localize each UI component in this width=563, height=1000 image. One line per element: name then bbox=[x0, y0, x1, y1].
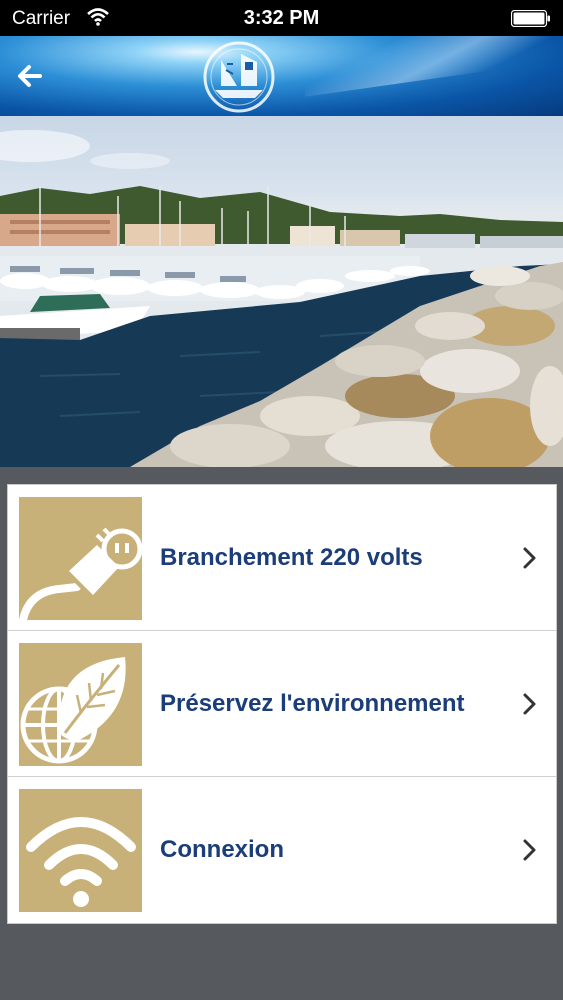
menu-item-label: Préservez l'environnement bbox=[160, 690, 465, 717]
harbor-logo bbox=[203, 41, 275, 113]
chevron-right-icon bbox=[523, 693, 536, 715]
wifi-icon bbox=[19, 789, 142, 912]
chevron-right-icon bbox=[523, 547, 536, 569]
status-bar: Carrier 3:32 PM bbox=[0, 0, 563, 36]
menu-item-connexion[interactable]: Connexion bbox=[8, 777, 556, 923]
menu-item-label: Branchement 220 volts bbox=[160, 544, 423, 571]
carrier-name: Carrier bbox=[12, 8, 71, 29]
wifi-icon bbox=[87, 8, 109, 26]
chevron-right-icon bbox=[523, 839, 536, 861]
menu-item-branchement[interactable]: Branchement 220 volts bbox=[8, 485, 556, 631]
menu-list: Branchement 220 volts Préservez l'enviro… bbox=[7, 484, 557, 924]
back-arrow-icon[interactable] bbox=[14, 60, 46, 92]
nav-header bbox=[0, 36, 563, 116]
leaf-globe-icon bbox=[19, 643, 142, 766]
header-light-streak bbox=[297, 36, 563, 97]
marina-scene bbox=[0, 130, 563, 467]
status-time: 3:32 PM bbox=[243, 7, 320, 29]
battery-icon bbox=[511, 10, 550, 27]
electric-plug-icon bbox=[19, 497, 143, 624]
menu-item-environnement[interactable]: Préservez l'environnement bbox=[8, 631, 556, 777]
menu-item-label: Connexion bbox=[160, 836, 284, 863]
marina-photo bbox=[0, 116, 563, 467]
